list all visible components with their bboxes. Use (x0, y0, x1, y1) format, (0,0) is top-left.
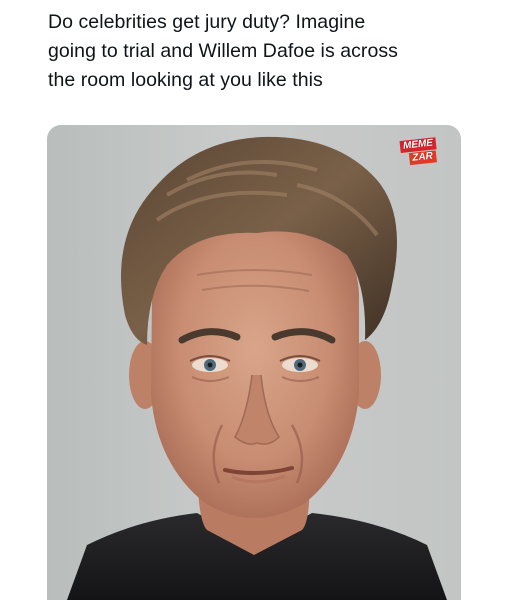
portrait-illustration (67, 136, 447, 600)
post-text: Do celebrities get jury duty? Imagine go… (48, 8, 468, 95)
watermark-line: ZAR (408, 150, 437, 166)
post-text-line: going to trial and Willem Dafoe is acros… (48, 40, 398, 62)
watermark-logo: MEME ZAR (399, 137, 441, 171)
post-text-line: the room looking at you like this (48, 69, 323, 91)
post-photo[interactable]: MEME ZAR (47, 125, 461, 600)
post-text-line: Do celebrities get jury duty? Imagine (48, 11, 366, 33)
